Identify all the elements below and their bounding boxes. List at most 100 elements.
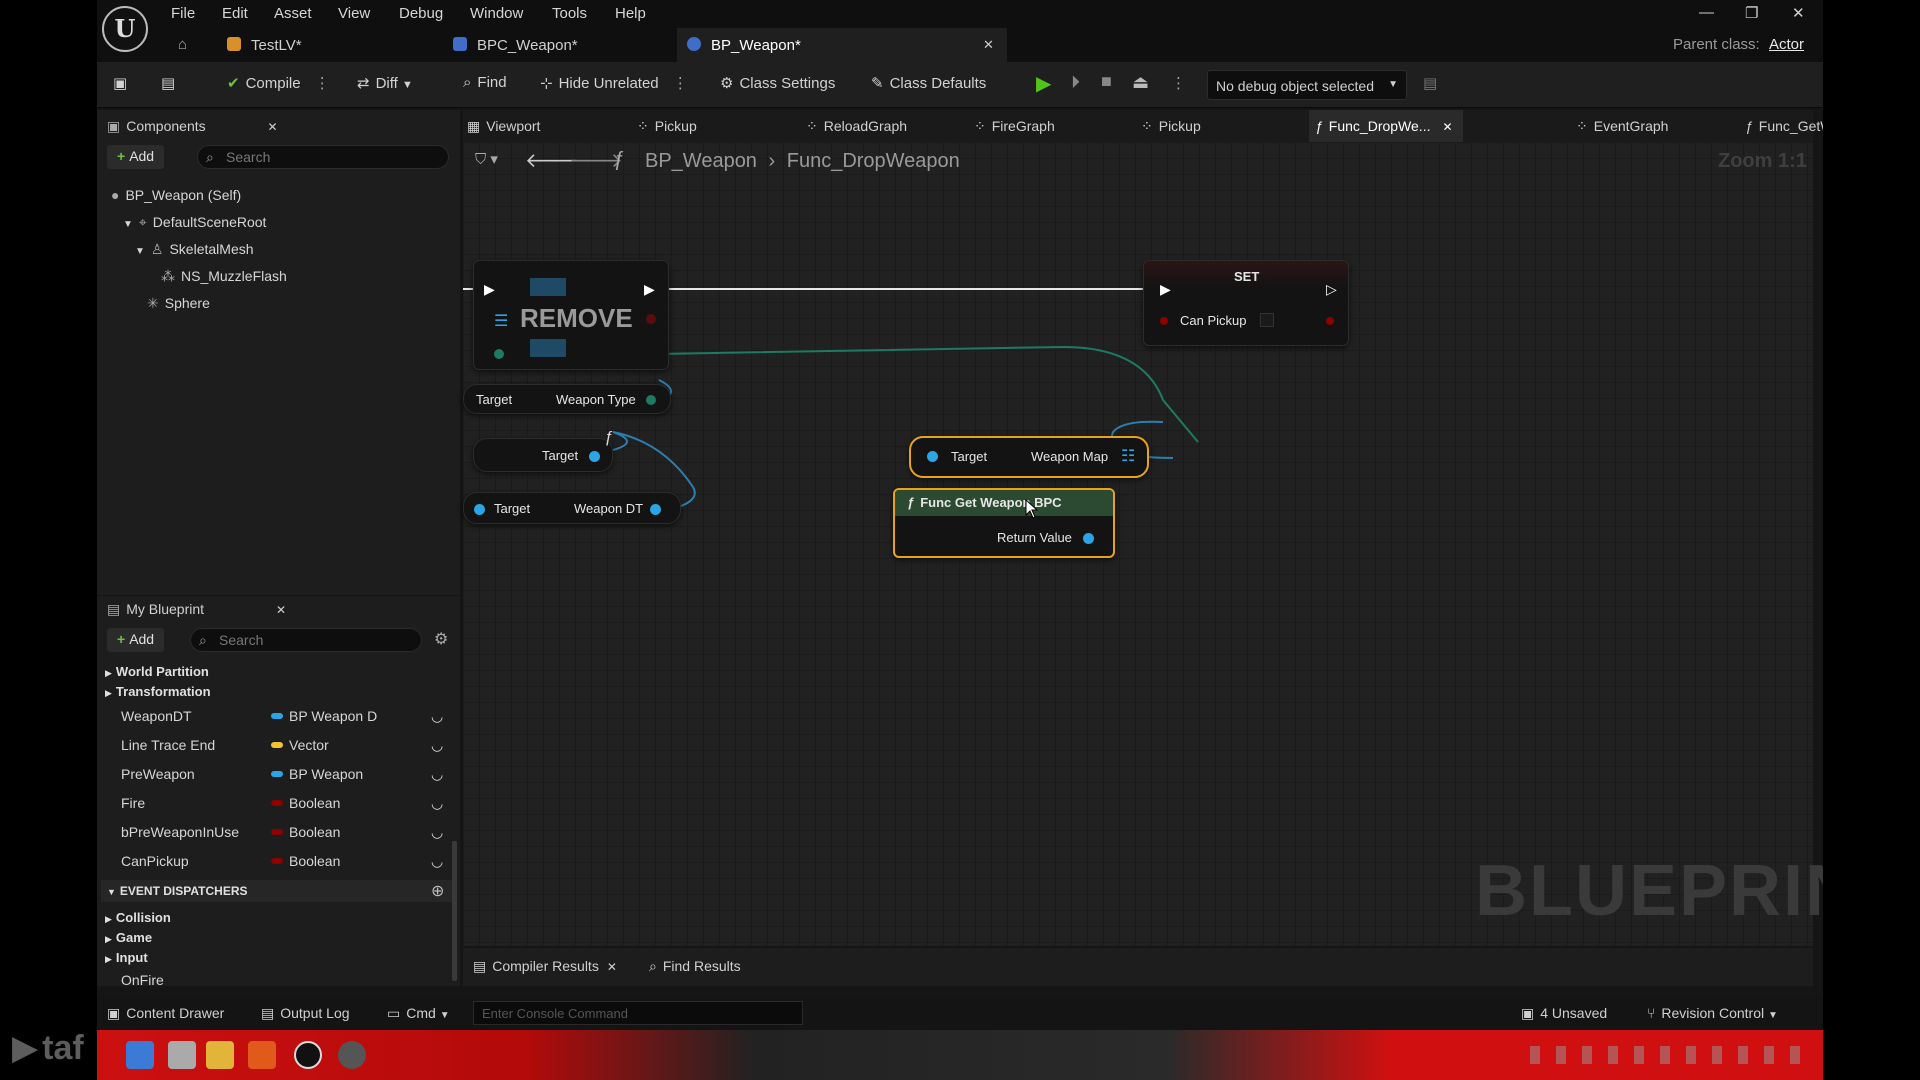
menu-view[interactable]: View: [338, 5, 370, 22]
add-component-button[interactable]: + Add: [107, 145, 165, 169]
pin-red[interactable]: [646, 314, 656, 324]
gear-icon[interactable]: ⚙: [434, 629, 448, 649]
close-panel-icon[interactable]: ✕: [276, 603, 286, 617]
menu-debug[interactable]: Debug: [399, 5, 443, 22]
tab-bp-weapon[interactable]: BP_Weapon* ✕: [677, 28, 1007, 62]
tab-bpc-weapon[interactable]: BPC_Weapon*: [447, 28, 647, 62]
eye-icon[interactable]: ◡: [431, 795, 443, 812]
pin-green[interactable]: [646, 395, 656, 405]
pin-red[interactable]: [1160, 317, 1168, 325]
close-tab-icon[interactable]: ✕: [983, 37, 994, 53]
add-dispatcher-icon[interactable]: ⊕: [431, 881, 444, 901]
graph-canvas[interactable]: ⛉ ▾ 🡐 🡒 ƒ BP_Weapon › Func_DropWeapon Zo…: [463, 142, 1823, 946]
tree-item-defaultsceneroot[interactable]: ▼ ⌖ DefaultSceneRoot: [123, 214, 266, 231]
tab-eventgraph[interactable]: ⁘ EventGraph: [1576, 118, 1668, 135]
browse-icon[interactable]: ▤: [161, 74, 175, 92]
eject-icon[interactable]: ⏏: [1132, 72, 1149, 93]
target-node[interactable]: Target ƒ: [473, 429, 613, 472]
exec-in-pin[interactable]: ▶: [484, 281, 495, 298]
variable-row[interactable]: PreWeapon BP Weapon ◡: [121, 766, 451, 782]
variable-row[interactable]: Line Trace End Vector ◡: [121, 737, 451, 753]
add-member-button[interactable]: + Add: [107, 628, 165, 652]
pin-green[interactable]: [494, 349, 504, 359]
variable-row[interactable]: CanPickup Boolean ◡: [121, 853, 451, 869]
category-world-partition[interactable]: ▶ World Partition: [105, 664, 209, 679]
exec-out-pin[interactable]: ▶: [644, 281, 655, 298]
compile-button[interactable]: ✔ Compile ⋮: [227, 74, 330, 92]
restore-icon[interactable]: ❐: [1745, 4, 1758, 22]
tab-reloadgraph[interactable]: ⁘ ReloadGraph: [806, 118, 907, 135]
variable-row[interactable]: Fire Boolean ◡: [121, 795, 451, 811]
eye-icon[interactable]: ◡: [431, 824, 443, 841]
category-collision[interactable]: ▶ Collision: [105, 910, 171, 925]
home-icon[interactable]: ⌂: [178, 36, 187, 53]
compile-options-icon[interactable]: ⋮: [315, 75, 330, 92]
category-input[interactable]: ▶ Input: [105, 950, 148, 965]
stop-icon[interactable]: ■: [1101, 71, 1112, 92]
obs-icon[interactable]: [338, 1041, 366, 1069]
exec-in-pin[interactable]: ▶: [1160, 281, 1171, 298]
unsaved-button[interactable]: ▣ 4 Unsaved: [1521, 1005, 1607, 1022]
tab-func-getweapon[interactable]: ƒFunc_GetWea...: [1745, 118, 1823, 134]
tab-pickup-2[interactable]: ⁘ Pickup: [1141, 118, 1201, 135]
weapon-dt-node[interactable]: Target Weapon DT: [463, 492, 681, 524]
my-blueprint-tab[interactable]: ▤ My Blueprint ✕: [107, 601, 286, 618]
exec-out-pin[interactable]: ▷: [1326, 281, 1337, 298]
my-blueprint-search-input[interactable]: ⌕ Search: [190, 628, 422, 652]
components-tab[interactable]: ▣ Components ✕: [107, 118, 278, 135]
save-icon[interactable]: ▣: [113, 74, 127, 92]
brave-browser-icon[interactable]: [248, 1041, 276, 1069]
category-transformation[interactable]: ▶ Transformation: [105, 684, 211, 699]
class-defaults-button[interactable]: ✎ Class Defaults: [871, 74, 986, 92]
set-node[interactable]: SET ▶ ▷ Can Pickup: [1143, 260, 1349, 346]
dispatcher-onfire[interactable]: OnFire: [121, 972, 164, 988]
play-icon[interactable]: ▶: [1036, 71, 1051, 96]
event-dispatchers-header[interactable]: ▼ EVENT DISPATCHERS ⊕: [101, 880, 456, 902]
cmd-select[interactable]: ▭ Cmd ▼: [387, 1005, 450, 1022]
menu-asset[interactable]: Asset: [274, 5, 312, 22]
menu-file[interactable]: File: [171, 5, 195, 22]
minimize-icon[interactable]: —: [1699, 4, 1714, 21]
category-game[interactable]: ▶ Game: [105, 930, 152, 945]
tab-pickup[interactable]: ⁘ Pickup: [637, 118, 697, 135]
remove-node[interactable]: ▶ ▶ ☰ REMOVE: [473, 260, 669, 370]
tree-item-self[interactable]: ● BP_Weapon (Self): [111, 187, 241, 203]
diff-button[interactable]: ⇄ Diff ▼: [357, 74, 413, 92]
tab-func-dropweapon[interactable]: ƒ Func_DropWe... ✕: [1309, 110, 1463, 142]
tree-item-sphere[interactable]: ✳ Sphere: [147, 295, 210, 312]
menu-tools[interactable]: Tools: [552, 5, 587, 22]
tree-item-skeletalmesh[interactable]: ▼ ♙ SkeletalMesh: [135, 241, 254, 258]
debug-object-select[interactable]: No debug object selected ▼: [1207, 70, 1407, 100]
compiler-results-tab[interactable]: ▤ Compiler Results ✕: [473, 958, 617, 975]
pin-blue[interactable]: [474, 504, 485, 515]
find-results-tab[interactable]: ⌕ Find Results: [649, 958, 741, 975]
eye-icon[interactable]: ◡: [431, 737, 443, 754]
func-get-weapon-bpc-node[interactable]: ƒ Func Get Weapon BPC Return Value: [893, 488, 1115, 558]
debug-filter-icon[interactable]: ▤: [1423, 74, 1437, 92]
step-icon[interactable]: ⏵: [1071, 72, 1080, 93]
close-tab-icon[interactable]: ✕: [1442, 120, 1452, 134]
task-view-icon[interactable]: [168, 1041, 196, 1069]
eye-icon[interactable]: ◡: [431, 853, 443, 870]
hide-unrelated-button[interactable]: ⊹ Hide Unrelated ⋮: [540, 74, 688, 92]
close-panel-icon[interactable]: ✕: [268, 120, 278, 134]
class-settings-button[interactable]: ⚙ Class Settings: [720, 74, 835, 92]
unreal-logo-icon[interactable]: U: [102, 6, 148, 52]
pin-blue[interactable]: [927, 451, 938, 462]
content-drawer-button[interactable]: ▣ Content Drawer: [107, 1005, 224, 1022]
pin-blue[interactable]: [650, 504, 661, 515]
tab-firegraph[interactable]: ⁘ FireGraph: [974, 118, 1055, 135]
menu-edit[interactable]: Edit: [222, 5, 248, 22]
close-tab-icon[interactable]: ✕: [607, 960, 617, 974]
tab-testlv[interactable]: TestLV*: [217, 28, 417, 62]
scrollbar[interactable]: [452, 841, 457, 981]
pin-blue[interactable]: [1083, 533, 1094, 544]
tab-viewport[interactable]: ▦ Viewport: [467, 118, 540, 135]
components-search-input[interactable]: ⌕ Search: [197, 145, 449, 169]
revision-control-button[interactable]: ⑂ Revision Control ▼: [1647, 1005, 1778, 1021]
file-explorer-icon[interactable]: [206, 1041, 234, 1069]
variable-row[interactable]: bPreWeaponInUse Boolean ◡: [121, 824, 451, 840]
output-log-button[interactable]: ▤ Output Log: [261, 1005, 350, 1022]
can-pickup-checkbox[interactable]: [1260, 313, 1274, 327]
weapon-map-node[interactable]: Target Weapon Map ☷: [909, 436, 1149, 478]
